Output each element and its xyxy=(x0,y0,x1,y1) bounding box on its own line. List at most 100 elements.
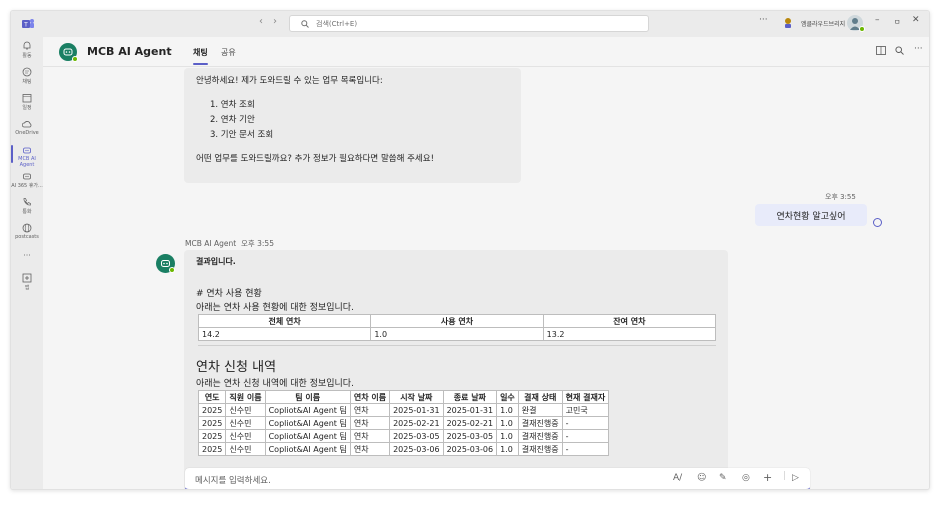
table-cell: 연차 xyxy=(349,403,391,417)
rail-item-calendar[interactable]: 일정 xyxy=(11,93,43,111)
table-row: 2025 신수민 Copliot&AI Agent 팀 연차 2025-03-06 202… xyxy=(197,442,610,456)
teams-logo-icon: T xyxy=(22,19,34,29)
read-receipt-icon xyxy=(873,218,882,227)
table-cell: 2025 xyxy=(197,416,227,430)
chat-area: 안녕하세요! 제가 도와드릴 수 있는 업무 목록입니다: 1. 연차 조회 2… xyxy=(43,68,929,489)
popout-icon[interactable] xyxy=(876,46,886,55)
table-cell: 결재진행중 xyxy=(517,442,563,456)
user-message: 연차현황 알고싶어 xyxy=(755,204,867,226)
forward-button[interactable]: › xyxy=(273,16,277,27)
table-header-row: 연도 직원 이름 팀 이름 연차 이름 시작 날짜 종료 날짜 일수 결재 상태… xyxy=(197,390,610,404)
message-composer[interactable]: 메시지를 입력하세요. A/ ☺ ✎ ◎ + | ▷ xyxy=(185,468,810,489)
table-cell: 1.0 xyxy=(496,429,519,443)
divider xyxy=(198,345,716,346)
message-text: 안녕하세요! 제가 도와드릴 수 있는 업무 목록입니다: xyxy=(196,76,383,86)
rail-item-ai365[interactable]: AI 365 휴가... xyxy=(11,171,43,189)
rail-item-onedrive[interactable]: OneDrive xyxy=(11,119,43,136)
search-placeholder: 검색(Ctrl+E) xyxy=(316,20,358,28)
list-item: 1. 연차 조회 xyxy=(210,100,255,110)
rail-item-mcb-ai-agent[interactable]: MCB AI Agent xyxy=(11,145,43,168)
message-meta: MCB AI Agent 오후 3:55 xyxy=(185,238,274,249)
table-cell: 신수민 xyxy=(225,403,266,417)
section-description: 아래는 연차 사용 현황에 대한 정보입니다. xyxy=(196,303,354,313)
minimize-button[interactable]: – xyxy=(875,15,880,25)
table-cell: 2025-02-21 xyxy=(442,416,498,430)
table-header-cell: 종료 날짜 xyxy=(442,390,498,404)
table-header-row: 전체 연차 사용 연차 잔여 연차 xyxy=(197,314,717,328)
table-cell: 2025-01-31 xyxy=(442,403,498,417)
table-cell: - xyxy=(561,442,610,456)
close-button[interactable]: ✕ xyxy=(912,15,920,25)
rail-item-label: OneDrive xyxy=(15,130,39,136)
rail-item-calls[interactable]: 통화 xyxy=(11,197,43,215)
composer-placeholder: 메시지를 입력하세요. xyxy=(195,476,271,486)
table-cell: Copliot&AI Agent 팀 xyxy=(264,442,351,456)
loop-icon[interactable]: ◎ xyxy=(742,473,750,483)
table-header-cell: 시작 날짜 xyxy=(389,390,444,404)
list-item: 2. 연차 기안 xyxy=(210,115,255,125)
rail-item-label: 채팅 xyxy=(22,79,32,85)
section-heading: # 연차 사용 현황 xyxy=(196,289,262,299)
table-cell: 고민국 xyxy=(561,403,610,417)
search-icon xyxy=(301,20,309,28)
table-cell: 1.0 xyxy=(496,442,519,456)
bot-icon xyxy=(23,173,31,180)
message-timestamp: 오후 3:55 xyxy=(825,193,856,201)
table-header-cell: 연도 xyxy=(197,390,227,404)
chat-title: MCB AI Agent xyxy=(87,45,172,58)
emoji-icon[interactable]: ☺ xyxy=(697,473,706,483)
message-timestamp: 오후 3:55 xyxy=(240,239,274,248)
table-header-cell: 잔여 연차 xyxy=(542,314,717,328)
format-icon[interactable]: A/ xyxy=(673,473,682,483)
sparkle-icon[interactable] xyxy=(783,17,793,29)
table-cell: - xyxy=(561,429,610,443)
message-text: 어떤 업무를 도와드릴까요? 추가 정보가 필요하다면 말씀해 주세요! xyxy=(196,154,434,164)
bell-icon xyxy=(23,41,31,50)
rail-item-postcasts[interactable]: postcasts xyxy=(11,223,43,240)
table-row: 2025 신수민 Copliot&AI Agent 팀 연차 2025-01-31 202… xyxy=(197,403,610,417)
svg-text:T: T xyxy=(23,22,28,29)
rail-more-button[interactable]: ··· xyxy=(11,251,43,260)
leave-request-table: 연도 직원 이름 팀 이름 연차 이름 시작 날짜 종료 날짜 일수 결재 상태… xyxy=(197,390,610,456)
phone-icon xyxy=(23,198,31,206)
table-cell: Copliot&AI Agent 팀 xyxy=(264,429,351,443)
table-header-cell: 팀 이름 xyxy=(264,390,351,404)
table-header-cell: 직원 이름 xyxy=(225,390,266,404)
table-row: 2025 신수민 Copliot&AI Agent 팀 연차 2025-02-21 202… xyxy=(197,416,610,430)
table-header-cell: 전체 연차 xyxy=(197,314,372,328)
add-icon[interactable]: + xyxy=(763,471,772,484)
table-cell: 완결 xyxy=(517,403,563,417)
rail-item-activity[interactable]: 활동 xyxy=(11,41,43,59)
bot-icon xyxy=(23,147,31,154)
table-cell: 2025 xyxy=(197,442,227,456)
search-input[interactable]: 검색(Ctrl+E) xyxy=(289,15,649,32)
more-options-button[interactable]: ··· xyxy=(914,44,923,54)
rail-item-label: 앱 xyxy=(24,285,30,291)
table-cell: 2025 xyxy=(197,403,227,417)
rail-item-chat[interactable]: 채팅 xyxy=(11,67,43,85)
rail-item-label: 통화 xyxy=(22,209,32,215)
table-header-cell: 현재 결재자 xyxy=(561,390,610,404)
app-rail: 활동 채팅 일정 OneDrive MCB AI Agent AI 365 휴가… xyxy=(11,37,43,489)
table-header-cell: 사용 연차 xyxy=(370,314,544,328)
table-cell: 1.0 xyxy=(370,327,544,341)
bot-reply-message: 결과입니다. # 연차 사용 현황 아래는 연차 사용 현황에 대한 정보입니다… xyxy=(184,250,728,489)
separator: | xyxy=(783,471,787,481)
bot-message: 안녕하세요! 제가 도와드릴 수 있는 업무 목록입니다: 1. 연차 조회 2… xyxy=(184,68,521,183)
sticker-icon[interactable]: ✎ xyxy=(719,473,727,483)
send-icon[interactable]: ▷ xyxy=(792,473,799,483)
rail-item-apps[interactable]: 앱 xyxy=(11,273,43,291)
tab-shared[interactable]: 공유 xyxy=(221,47,236,58)
organization-name[interactable]: 엠클라우드브리지 xyxy=(801,19,845,28)
table-cell: 신수민 xyxy=(225,442,266,456)
table-cell: 2025-01-31 xyxy=(389,403,444,417)
sender-name: MCB AI Agent xyxy=(185,239,237,248)
tab-chat[interactable]: 채팅 xyxy=(193,47,208,65)
back-button[interactable]: ‹ xyxy=(259,16,263,27)
section-heading: 연차 신청 내역 xyxy=(196,360,277,375)
table-cell: 13.2 xyxy=(542,327,717,341)
maximize-button[interactable]: ㅁ xyxy=(894,17,900,27)
search-icon[interactable] xyxy=(895,46,904,55)
presence-indicator xyxy=(72,56,78,62)
more-options-button[interactable]: ··· xyxy=(759,15,768,25)
